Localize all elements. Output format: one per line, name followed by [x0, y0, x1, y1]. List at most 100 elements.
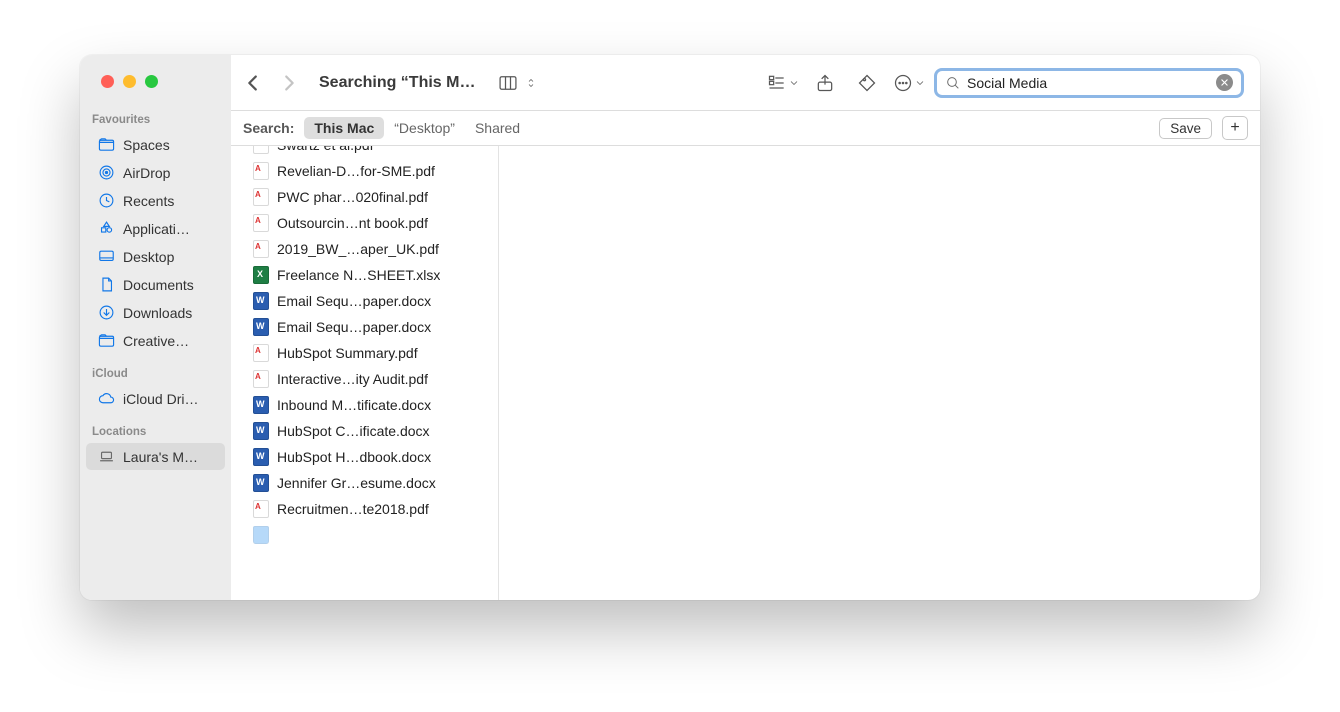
- docx-file-icon: [253, 474, 269, 492]
- docx-file-icon: [253, 318, 269, 336]
- ellipsis-circle-icon: [892, 72, 914, 94]
- list-item[interactable]: Swartz et al.pdf: [231, 146, 498, 158]
- list-item[interactable]: Recruitmen…te2018.pdf: [231, 496, 498, 522]
- list-item[interactable]: Email Sequ…paper.docx: [231, 288, 498, 314]
- file-name: HubSpot H…dbook.docx: [277, 449, 431, 465]
- file-name: Recruitmen…te2018.pdf: [277, 501, 429, 517]
- sidebar-item-label: Creative…: [123, 333, 189, 349]
- search-scope-label: Search:: [243, 120, 294, 136]
- clock-icon: [98, 192, 115, 209]
- sidebar-item-label: Recents: [123, 193, 174, 209]
- search-icon: [945, 75, 961, 91]
- pdf-file-icon: [253, 500, 269, 518]
- search-scope-bar: Search: This Mac“Desktop”Shared Save +: [231, 110, 1260, 146]
- sidebar-item-label: iCloud Dri…: [123, 391, 198, 407]
- file-name: HubSpot C…ificate.docx: [277, 423, 430, 439]
- more-button[interactable]: [892, 68, 926, 98]
- sidebar-item-label: Downloads: [123, 305, 192, 321]
- list-item[interactable]: HubSpot Summary.pdf: [231, 340, 498, 366]
- folder-icon: [98, 332, 115, 349]
- sidebar-item-recents[interactable]: Recents: [86, 187, 225, 214]
- sidebar-item-laura-s-m-[interactable]: Laura's M…: [86, 443, 225, 470]
- sidebar-heading: Favourites: [80, 110, 231, 130]
- list-item[interactable]: Outsourcin…nt book.pdf: [231, 210, 498, 236]
- sidebar-item-applicati-[interactable]: Applicati…: [86, 215, 225, 242]
- columns-icon: [497, 72, 519, 94]
- clear-search-button[interactable]: [1216, 74, 1233, 91]
- sidebar-item-label: Applicati…: [123, 221, 190, 237]
- list-item[interactable]: 2019_BW_…aper_UK.pdf: [231, 236, 498, 262]
- doc-icon: [98, 276, 115, 293]
- list-item[interactable]: [231, 522, 498, 548]
- group-button[interactable]: [766, 68, 800, 98]
- scope-shared[interactable]: Shared: [465, 117, 530, 139]
- file-name: Revelian-D…for-SME.pdf: [277, 163, 435, 179]
- content-area: Swartz et al.pdf Revelian-D…for-SME.pdf PW…: [231, 146, 1260, 600]
- forward-button[interactable]: [275, 68, 303, 98]
- sidebar-item-icloud-dri-[interactable]: iCloud Dri…: [86, 385, 225, 412]
- sidebar-item-desktop[interactable]: Desktop: [86, 243, 225, 270]
- file-name: Interactive…ity Audit.pdf: [277, 371, 428, 387]
- scope-this-mac[interactable]: This Mac: [304, 117, 384, 139]
- scope--desktop-[interactable]: “Desktop”: [384, 117, 465, 139]
- file-name: 2019_BW_…aper_UK.pdf: [277, 241, 439, 257]
- save-search-button[interactable]: Save: [1159, 118, 1212, 139]
- results-column[interactable]: Swartz et al.pdf Revelian-D…for-SME.pdf PW…: [231, 146, 499, 600]
- add-search-rule-button[interactable]: +: [1222, 116, 1248, 140]
- pdf-file-icon: [253, 344, 269, 362]
- folder-icon: [98, 136, 115, 153]
- list-item[interactable]: Inbound M…tificate.docx: [231, 392, 498, 418]
- close-window-button[interactable]: [101, 75, 114, 88]
- list-item[interactable]: Revelian-D…for-SME.pdf: [231, 158, 498, 184]
- sidebar-item-spaces[interactable]: Spaces: [86, 131, 225, 158]
- list-item[interactable]: HubSpot H…dbook.docx: [231, 444, 498, 470]
- desktop-icon: [98, 248, 115, 265]
- sidebar-heading: Locations: [80, 422, 231, 442]
- list-item[interactable]: Email Sequ…paper.docx: [231, 314, 498, 340]
- share-button[interactable]: [808, 68, 842, 98]
- docx-file-icon: [253, 396, 269, 414]
- file-name: Freelance N…SHEET.xlsx: [277, 267, 440, 283]
- sidebar-item-creative-[interactable]: Creative…: [86, 327, 225, 354]
- window-title: Searching “This M…: [311, 74, 483, 92]
- sidebar-item-label: Spaces: [123, 137, 170, 153]
- window-controls: [80, 75, 231, 110]
- tags-button[interactable]: [850, 68, 884, 98]
- list-item[interactable]: Freelance N…SHEET.xlsx: [231, 262, 498, 288]
- xlsx-file-icon: [253, 266, 269, 284]
- finder-window: Favourites Spaces AirDrop Recents Applicati……: [80, 55, 1260, 600]
- pdf-file-icon: [253, 188, 269, 206]
- file-name: Email Sequ…paper.docx: [277, 319, 431, 335]
- sidebar-item-airdrop[interactable]: AirDrop: [86, 159, 225, 186]
- list-item[interactable]: Jennifer Gr…esume.docx: [231, 470, 498, 496]
- sidebar-item-documents[interactable]: Documents: [86, 271, 225, 298]
- search-input[interactable]: [967, 75, 1210, 91]
- back-button[interactable]: [239, 68, 267, 98]
- chevron-down-icon: [788, 72, 800, 94]
- docx-file-icon: [253, 448, 269, 466]
- zoom-window-button[interactable]: [145, 75, 158, 88]
- apps-icon: [98, 220, 115, 237]
- file-name: HubSpot Summary.pdf: [277, 345, 418, 361]
- sidebar-item-downloads[interactable]: Downloads: [86, 299, 225, 326]
- cloud-icon: [98, 390, 115, 407]
- share-icon: [814, 72, 836, 94]
- view-mode-button[interactable]: [491, 72, 543, 94]
- search-field[interactable]: [934, 68, 1244, 98]
- group-icon: [766, 72, 788, 94]
- docx-file-icon: [253, 292, 269, 310]
- sidebar-item-label: AirDrop: [123, 165, 170, 181]
- list-item[interactable]: HubSpot C…ificate.docx: [231, 418, 498, 444]
- folder-file-icon: [253, 526, 269, 544]
- list-item[interactable]: Interactive…ity Audit.pdf: [231, 366, 498, 392]
- sidebar-item-label: Laura's M…: [123, 449, 198, 465]
- file-name: Swartz et al.pdf: [277, 146, 374, 153]
- sidebar: Favourites Spaces AirDrop Recents Applicati……: [80, 55, 231, 600]
- updown-icon: [525, 72, 537, 94]
- minimize-window-button[interactable]: [123, 75, 136, 88]
- download-icon: [98, 304, 115, 321]
- airdrop-icon: [98, 164, 115, 181]
- pdf-file-icon: [253, 162, 269, 180]
- file-name: Email Sequ…paper.docx: [277, 293, 431, 309]
- list-item[interactable]: PWC phar…020final.pdf: [231, 184, 498, 210]
